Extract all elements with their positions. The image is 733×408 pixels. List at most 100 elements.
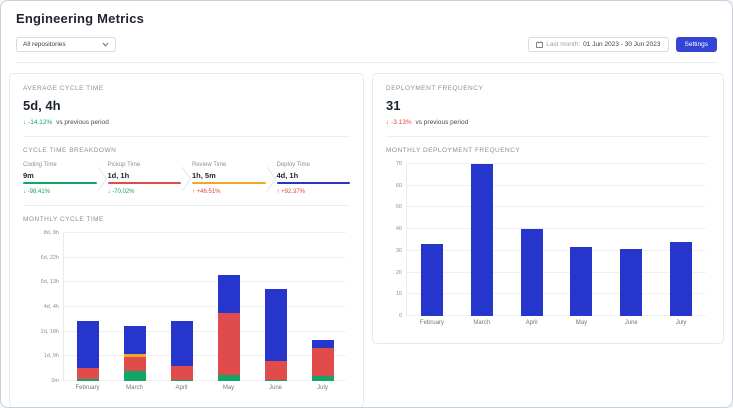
breakdown-stage-review-time: Review Time 1h, 5m ↑ +46.51% [192,162,266,195]
y-axis-tick: 50 [395,204,402,211]
y-axis-tick: 8d, 8h [43,230,59,236]
y-axis-tick: 4d, 4h [43,304,59,310]
x-axis-label: June [624,320,638,326]
gridline [407,184,706,186]
y-axis-tick: 60 [395,182,402,189]
stage-delta: ↓ -98.41% [23,189,51,195]
bar-segment-coding-time [170,379,193,381]
header: Engineering Metrics All repositories Las… [1,1,732,63]
bar-segment-pickup-time [123,357,146,372]
deployment-frequency-value: 31 [386,98,401,113]
bar-april[interactable] [520,164,543,316]
settings-button[interactable]: Settings [675,37,717,52]
gridline [64,380,346,381]
page-title: Engineering Metrics [16,11,145,26]
cycle-time-card: Average Cycle Time 5d, 4h ↓ -14.12% vs p… [9,73,364,407]
x-axis-label: May [222,385,235,391]
stage-label: Pickup Time [107,162,141,168]
bar-segment [670,242,693,316]
gridline [407,163,706,164]
y-axis-tick: 0 [398,313,402,319]
delta-change: ↓ -3.13% [386,119,412,126]
bar-segment-review-time [123,353,146,358]
stage-underline [23,182,97,184]
bar-june[interactable] [620,164,643,316]
deployment-frequency-card: Deployment Frequency 31 ↓ -3.13% vs prev… [372,73,724,344]
bar-march[interactable] [123,233,146,381]
breakdown-stage-deploy-time: Deploy Time 4d, 1h ↑ +92.37% [276,162,350,195]
chevron-right-icon [181,162,192,195]
x-axis-label: February [75,385,100,391]
average-cycle-time-title: Average Cycle Time [23,85,104,92]
delta-suffix: vs previous period [56,119,109,126]
x-axis-label: May [575,320,588,326]
bar-february[interactable] [420,164,443,316]
bar-may[interactable] [217,233,240,381]
gridline [64,256,346,258]
cycle-time-breakdown-row: Coding Time 9m ↓ -98.41% Pickup Time 1d, 1h ↓… [23,162,350,195]
bar-segment-pickup-time [76,368,99,379]
breakdown-stage-coding-time: Coding Time 9m ↓ -98.41% [23,162,97,195]
bar-segment-coding-time [217,375,240,381]
chevron-right-icon [97,162,108,195]
gridline [64,330,346,332]
stage-value: 4d, 1h [276,171,299,180]
bar-february[interactable] [76,233,99,381]
gridline [407,206,706,208]
bar-march[interactable] [470,164,493,316]
y-axis-tick: 30 [395,247,402,254]
y-axis-tick: 40 [395,226,402,233]
bar-segment-deploy-time [123,325,146,354]
gridline [407,249,706,251]
bar-segment-deploy-time [264,289,287,362]
deployment-frequency-delta: ↓ -3.13% vs previous period [386,119,710,126]
stage-label: Coding Time [23,162,57,168]
y-axis-tick: 1d, 9h [43,353,59,360]
bar-segment-pickup-time [170,366,193,380]
toolbar-right: Last month: 01 Jun 2023 - 30 Jun 2023 Se… [528,37,717,52]
y-axis-tick: 0m [51,378,59,384]
gridline [407,271,706,273]
stage-delta: ↓ -70.02% [107,189,135,195]
bar-july[interactable] [670,164,693,316]
bar-segment [620,248,643,316]
stage-value: 9m [23,171,34,180]
bar-segment-coding-time [311,375,334,381]
repository-filter-value: All repositories [23,41,66,48]
stage-underline [276,182,350,184]
section-divider [386,136,710,137]
stage-label: Review Time [192,162,227,168]
gridline [407,228,706,230]
x-axis-label: March [473,320,491,326]
x-axis-label: June [268,385,283,391]
y-axis-tick: 20 [395,269,402,276]
bar-segment-coding-time [123,371,146,381]
toolbar: All repositories Last month: 01 Jun 2023… [16,37,717,52]
monthly-deployment-frequency-title: Monthly Deployment Frequency [386,147,521,154]
date-range-picker[interactable]: Last month: 01 Jun 2023 - 30 Jun 2023 [528,37,669,52]
main-content: Average Cycle Time 5d, 4h ↓ -14.12% vs p… [1,63,732,407]
calendar-icon [536,41,544,48]
engineering-metrics-window: Engineering Metrics All repositories Las… [0,0,733,408]
stage-label: Deploy Time [276,162,310,168]
monthly-deployment-frequency-plot: 0 10 20 30 40 50 60 70 February March April May June… [396,161,706,326]
bar-segment [420,244,443,316]
x-axis-label: March [126,385,143,391]
y-axis-tick: 70 [395,161,402,167]
date-range-prefix: Last month: [546,41,581,48]
cycle-time-breakdown-title: Cycle Time Breakdown [23,147,117,154]
bar-may[interactable] [570,164,593,316]
bar-july[interactable] [311,233,334,381]
average-cycle-time-value: 5d, 4h [23,98,61,113]
section-divider [23,205,350,206]
bar-june[interactable] [264,233,287,381]
gridline [64,306,346,307]
monthly-deployment-frequency-chart: 0 10 20 30 40 50 60 70 February March April May June… [386,159,710,331]
gridline [407,315,706,316]
y-axis-tick: 6d, 22h [40,254,59,261]
repository-filter-select[interactable]: All repositories [16,37,116,52]
gridline [64,232,346,233]
gridline [64,355,346,357]
bar-april[interactable] [170,233,193,381]
y-axis-tick: 5d, 13h [40,279,59,286]
